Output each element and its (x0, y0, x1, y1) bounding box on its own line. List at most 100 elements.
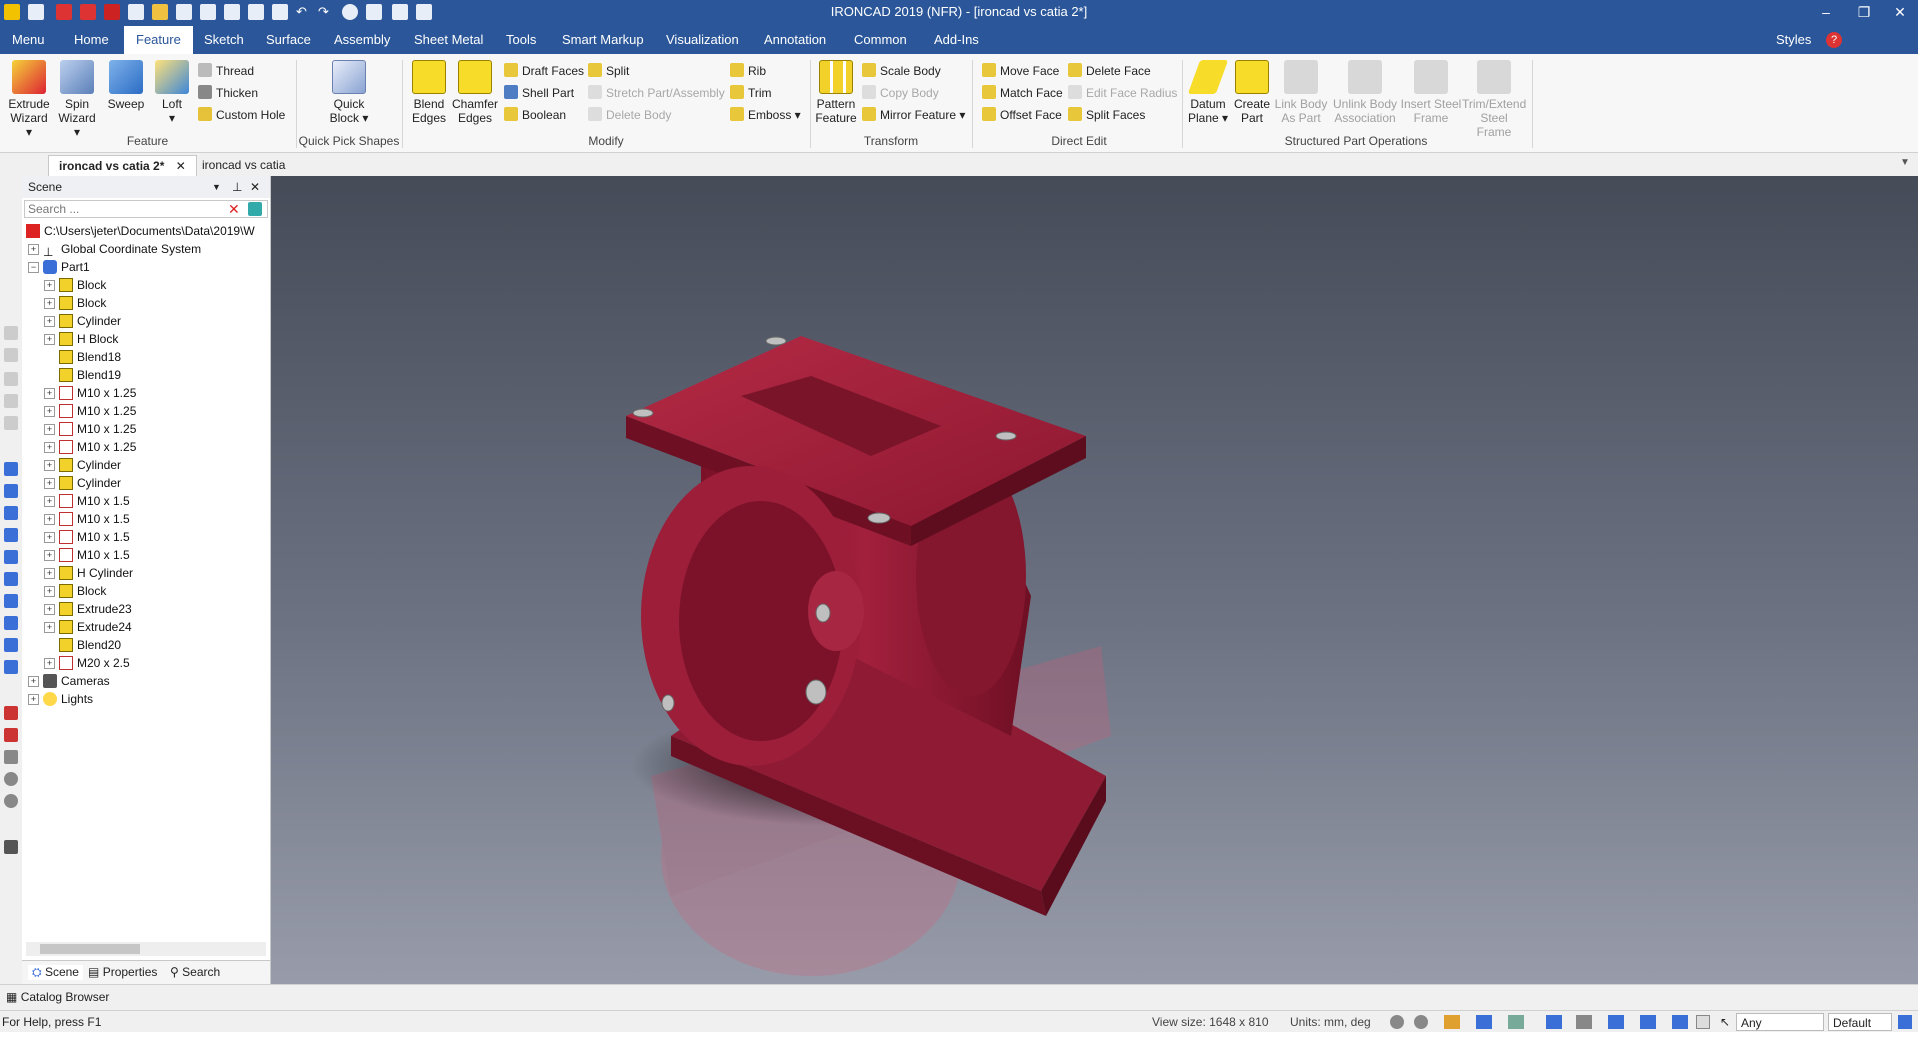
pan-icon[interactable] (4, 840, 18, 854)
close-button[interactable]: ✕ (1882, 2, 1918, 22)
tool-icon[interactable] (4, 372, 18, 386)
tree-item[interactable]: + ⊥ Global Coordinate System (28, 240, 201, 259)
insert-steel-frame-button[interactable]: Insert Steel Frame (1400, 60, 1462, 125)
cursor-icon[interactable] (1696, 1015, 1710, 1029)
split-button[interactable]: Split (588, 62, 629, 80)
boolean-button[interactable]: Boolean (504, 106, 566, 124)
tree-item[interactable]: + M20 x 2.5 (44, 654, 130, 672)
expand-toggle-icon[interactable]: + (44, 478, 55, 489)
tab-sketch[interactable]: Sketch (192, 26, 256, 54)
datum-plane-button[interactable]: Datum Plane ▾ (1186, 60, 1230, 125)
expand-toggle-icon[interactable]: + (44, 622, 55, 633)
thread-button[interactable]: Thread (198, 62, 254, 80)
panel-close-icon[interactable]: ✕ (250, 176, 260, 198)
view-icon[interactable] (4, 462, 18, 476)
copy-body-button[interactable]: Copy Body (862, 84, 939, 102)
tree-item[interactable]: + Cylinder (44, 312, 121, 330)
stretch-part-button[interactable]: Stretch Part/Assembly (588, 84, 725, 102)
rib-button[interactable]: Rib (730, 62, 766, 80)
tree-item[interactable]: + Extrude23 (44, 600, 132, 618)
tree-item[interactable]: + Block (44, 582, 106, 600)
doc-tab[interactable]: ironcad vs catia (192, 155, 295, 175)
lighting-icon[interactable] (1640, 1015, 1656, 1029)
pin-icon[interactable]: ⊥ (232, 176, 242, 198)
tree-item[interactable]: + M10 x 1.5 (44, 492, 130, 510)
create-part-button[interactable]: Create Part (1230, 60, 1274, 125)
thicken-button[interactable]: Thicken (198, 84, 258, 102)
split-faces-button[interactable]: Split Faces (1068, 106, 1145, 124)
properties-tab[interactable]: ▤ Properties (88, 965, 157, 979)
angle-icon[interactable] (4, 750, 18, 764)
extrude-wizard-button[interactable]: Extrude Wizard ▾ (6, 60, 52, 139)
tree-item[interactable]: Blend19 (44, 366, 121, 384)
tree-item[interactable]: Blend20 (44, 636, 121, 654)
view-icon[interactable] (4, 484, 18, 498)
zoom-fit-icon[interactable] (1414, 1015, 1428, 1029)
tree-item[interactable]: + Extrude24 (44, 618, 132, 636)
view-icon[interactable] (4, 616, 18, 630)
expand-toggle-icon[interactable]: + (28, 694, 39, 705)
view-icon[interactable] (4, 506, 18, 520)
scale-body-button[interactable]: Scale Body (862, 62, 941, 80)
blend-edges-button[interactable]: Blend Edges (408, 60, 450, 125)
custom-hole-button[interactable]: Custom Hole (198, 106, 285, 124)
tab-smart-markup[interactable]: Smart Markup (550, 26, 656, 54)
expand-toggle-icon[interactable]: + (44, 568, 55, 579)
delete-body-button[interactable]: Delete Body (588, 106, 671, 124)
tab-common[interactable]: Common (842, 26, 919, 54)
catalog-browser-tab[interactable]: ▦ Catalog Browser (6, 990, 109, 1004)
chamfer-edges-button[interactable]: Chamfer Edges (452, 60, 498, 125)
expand-toggle-icon[interactable]: + (44, 658, 55, 669)
offset-face-button[interactable]: Offset Face (982, 106, 1062, 124)
tool-icon[interactable] (4, 326, 18, 340)
tree-item[interactable]: + Cylinder (44, 474, 121, 492)
tab-surface[interactable]: Surface (254, 26, 323, 54)
tree-item[interactable]: + Block (44, 294, 106, 312)
expand-toggle-icon[interactable]: + (44, 532, 55, 543)
minimize-button[interactable]: – (1808, 2, 1844, 22)
mirror-feature-button[interactable]: Mirror Feature ▾ (862, 106, 965, 124)
display-icon[interactable] (1576, 1015, 1592, 1029)
expand-toggle-icon[interactable]: + (44, 280, 55, 291)
tool-icon[interactable] (4, 416, 18, 430)
trim-button[interactable]: Trim (730, 84, 772, 102)
trim-extend-steel-frame-button[interactable]: Trim/Extend Steel Frame (1462, 60, 1526, 139)
tree-item[interactable]: + M10 x 1.25 (44, 438, 136, 456)
measure-icon[interactable] (4, 706, 18, 720)
link-body-button[interactable]: Link Body As Part (1272, 60, 1330, 125)
view-icon[interactable] (4, 660, 18, 674)
unlink-body-button[interactable]: Unlink Body Association (1330, 60, 1400, 125)
expand-toggle-icon[interactable]: + (28, 244, 39, 255)
expand-toggle-icon[interactable]: + (44, 298, 55, 309)
expand-toggle-icon[interactable]: − (28, 262, 39, 273)
tree-item[interactable]: + M10 x 1.25 (44, 420, 136, 438)
select-arrow-icon[interactable]: ↖ (1720, 1011, 1730, 1033)
tree-item[interactable]: + H Block (44, 330, 118, 348)
view-icon[interactable] (4, 594, 18, 608)
tree-root[interactable]: C:\Users\jeter\Documents\Data\2019\W (26, 222, 255, 240)
edit-face-radius-button[interactable]: Edit Face Radius (1068, 84, 1177, 102)
expand-toggle-icon[interactable]: + (44, 604, 55, 615)
render-mode-icon[interactable] (1444, 1015, 1460, 1029)
view-cube-icon[interactable] (1476, 1015, 1492, 1029)
delete-face-button[interactable]: Delete Face (1068, 62, 1151, 80)
orbit-icon[interactable] (4, 772, 18, 786)
expand-toggle-icon[interactable]: + (44, 550, 55, 561)
tab-tools[interactable]: Tools (494, 26, 548, 54)
scrollbar-thumb[interactable] (40, 944, 140, 954)
expand-toggle-icon[interactable]: + (44, 388, 55, 399)
tool-icon[interactable] (4, 348, 18, 362)
restore-button[interactable]: ❐ (1846, 2, 1882, 22)
selection-mode-icon[interactable] (1546, 1015, 1562, 1029)
style-select[interactable]: Default (1828, 1013, 1892, 1031)
panel-menu-icon[interactable]: ▼ (212, 176, 221, 198)
view-icon[interactable] (4, 572, 18, 586)
expand-toggle-icon[interactable]: + (44, 334, 55, 345)
tab-assembly[interactable]: Assembly (322, 26, 402, 54)
clear-search-icon[interactable]: ✕ (228, 202, 242, 216)
tab-menu[interactable]: Menu (0, 26, 57, 54)
tree-item[interactable]: + M10 x 1.5 (44, 510, 130, 528)
grid-icon[interactable] (1898, 1015, 1912, 1029)
expand-toggle-icon[interactable]: + (28, 676, 39, 687)
expand-toggle-icon[interactable]: + (44, 316, 55, 327)
